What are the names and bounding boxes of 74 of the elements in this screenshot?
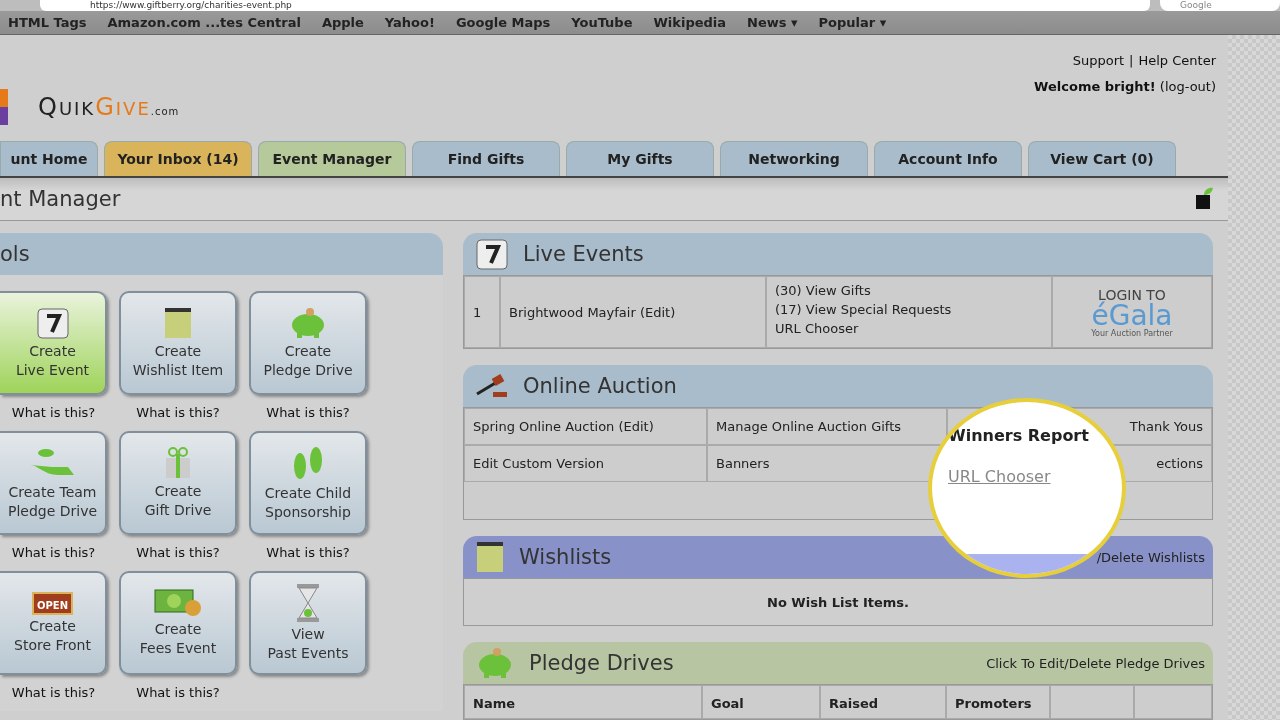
search-field[interactable]: Google (1160, 0, 1280, 11)
nav-tab[interactable]: unt Home (0, 141, 98, 176)
bookmark[interactable]: Apple (321, 15, 364, 30)
pledge-action-link[interactable]: Click To Edit/Delete Pledge Drives (986, 655, 1205, 671)
logo-mark-icon (0, 89, 8, 125)
nav-tab[interactable]: Find Gifts (412, 141, 560, 176)
separator: | (1129, 53, 1134, 68)
bookmark[interactable]: News ▾ (747, 15, 798, 30)
help-link[interactable]: What is this? (11, 685, 96, 700)
panel-title: ols (0, 242, 30, 266)
table-cell: 1 (464, 276, 500, 348)
help-link[interactable]: What is this? (136, 545, 220, 560)
bookmark[interactable]: Yahoo! (384, 15, 435, 30)
address-field[interactable]: https://www.giftberry.org/charities-event.php (40, 0, 1150, 11)
help-link[interactable]: What is this? (136, 405, 220, 420)
column-header: Raised (820, 685, 946, 719)
panel-title: Online Auction (523, 374, 677, 398)
gift-icon (163, 446, 193, 480)
event-link[interactable]: (30) View Gifts (775, 283, 1043, 298)
help-link[interactable]: What is this? (136, 685, 220, 700)
tool-button[interactable]: Create Live Event (0, 291, 107, 395)
nav-tab[interactable]: Networking (720, 141, 868, 176)
bookmark[interactable]: YouTube (571, 15, 633, 30)
column-header: Promoters (946, 685, 1050, 719)
column-header: Name (464, 685, 702, 719)
open-sign-icon: OPEN (32, 591, 73, 615)
event-link[interactable]: (17) View Special Requests (775, 302, 1043, 317)
panel-title: Pledge Drives (529, 651, 674, 675)
welcome-text: Welcome bright! (log-out) (1034, 79, 1216, 94)
tool-button[interactable]: Create Child Sponsorship (249, 431, 367, 535)
hourglass-icon (295, 583, 321, 623)
tool-button[interactable]: View Past Events (249, 571, 367, 675)
auction-link[interactable]: ections (1156, 456, 1203, 471)
tool-button[interactable]: Create Fees Event (119, 571, 237, 675)
tool-button[interactable]: Create Wishlist Item (119, 291, 237, 395)
panel-title: Live Events (523, 242, 644, 266)
nav-tab[interactable]: Event Manager (258, 141, 406, 176)
bookmark[interactable]: HTML Tags (8, 15, 87, 30)
help-center-link[interactable]: Help Center (1138, 53, 1216, 68)
nav-tab[interactable]: Your Inbox (14) (104, 141, 252, 176)
column-header: Goal (702, 685, 820, 719)
event-link[interactable]: Brightwood Mayfair (Edit) (500, 276, 766, 348)
tool-button[interactable]: Create Gift Drive (119, 431, 237, 535)
help-link[interactable]: What is this? (11, 545, 96, 560)
nav-tab[interactable]: View Cart (0) (1028, 141, 1176, 176)
nav-tab[interactable]: My Gifts (566, 141, 714, 176)
bookmark[interactable]: Popular ▾ (818, 15, 887, 30)
leaf-icon (1194, 187, 1214, 211)
auction-link[interactable]: Banners (716, 456, 770, 471)
page-title: nt Manager (0, 187, 121, 211)
money-icon (153, 588, 203, 618)
bookmark[interactable]: Google Maps (455, 15, 551, 30)
tool-button[interactable]: Create Team Pledge Drive (0, 431, 107, 535)
auction-link[interactable]: Thank Yous (1129, 419, 1203, 434)
gavel-icon (475, 374, 509, 398)
help-link[interactable]: What is this? (266, 545, 350, 560)
support-link[interactable]: Support (1072, 53, 1125, 68)
bookmark[interactable]: Amazon.com ...tes Central (107, 15, 301, 30)
calendar-icon (475, 237, 509, 271)
help-link[interactable]: What is this? (266, 405, 350, 420)
url-chooser-link[interactable]: URL Chooser (948, 467, 1051, 486)
logo: QUIKGIVE.com (38, 93, 180, 121)
empty-message: No Wish List Items. (463, 578, 1213, 626)
notepad-icon (163, 306, 193, 340)
panel-title: Wishlists (519, 545, 612, 569)
event-link[interactable]: URL Chooser (775, 321, 1043, 336)
calendar-icon (35, 306, 70, 340)
notepad-icon (475, 540, 505, 574)
help-link[interactable]: What is this? (11, 405, 96, 420)
tool-button[interactable]: Create Pledge Drive (249, 291, 367, 395)
bookmark[interactable]: Wikipedia (653, 15, 727, 30)
egala-login-logo[interactable]: LOGIN TO éGala Your Auction Partner (1052, 276, 1212, 348)
nav-tab[interactable]: Account Info (874, 141, 1022, 176)
tool-button[interactable]: OPEN Create Store Front (0, 571, 107, 675)
